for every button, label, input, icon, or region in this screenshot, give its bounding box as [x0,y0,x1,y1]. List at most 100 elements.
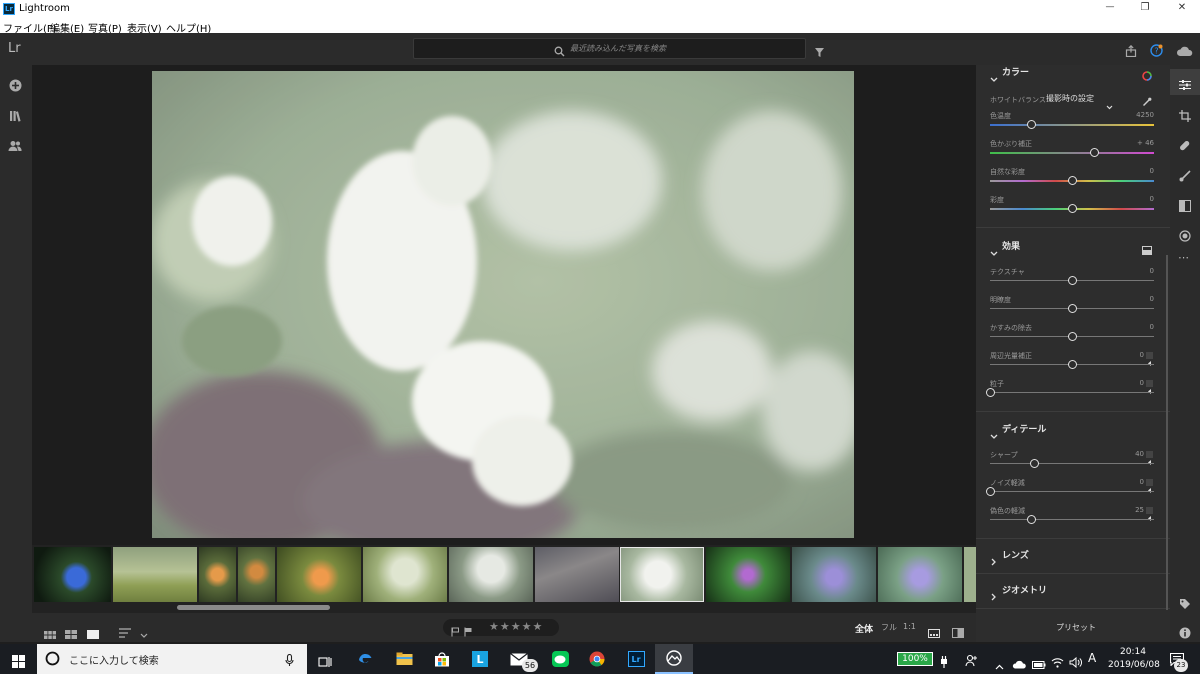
slider-grain[interactable]: 粒子 0 [976,379,1170,403]
compare-icon[interactable] [952,623,964,642]
onedrive-icon[interactable] [1012,654,1026,673]
search-box[interactable]: 最近読み込んだ写真を検索 [413,38,806,59]
slider-arrow-icon[interactable] [1146,479,1153,493]
thumbnail-selected[interactable] [620,547,704,602]
thumbnail[interactable] [277,547,361,602]
slider-value[interactable]: 0 [1150,295,1154,303]
radial-gradient-icon[interactable] [1179,227,1191,246]
slider-handle[interactable] [1067,204,1077,213]
slider-track[interactable] [990,124,1154,126]
slider-handle[interactable] [1090,148,1100,157]
slider-value[interactable]: 0 [1150,195,1154,203]
sort-icon[interactable] [119,623,132,642]
slider-track[interactable] [990,152,1154,154]
slider-sharpen[interactable]: シャープ 40 [976,450,1170,474]
chrome-icon[interactable] [578,644,616,674]
people-icon[interactable] [8,137,22,156]
grid-small-icon[interactable] [44,624,57,643]
clock-time[interactable]: 20:14 [1120,647,1146,657]
slider-value[interactable]: 0 [1140,478,1144,486]
slider-temp[interactable]: 色温度 4250 [976,111,1170,135]
slider-handle[interactable] [1067,176,1077,185]
single-view-icon[interactable] [87,624,99,643]
slider-clarity[interactable]: 明瞭度 0 [976,295,1170,319]
thumbnail[interactable] [113,547,197,602]
slider-value[interactable]: 40 [1135,450,1144,458]
flag-pick-icon[interactable] [451,622,460,641]
slider-handle[interactable] [1067,304,1077,313]
edit-panel-tab[interactable] [1170,69,1200,95]
slider-value[interactable]: + 46 [1137,139,1154,147]
microphone-icon[interactable] [285,652,294,671]
slider-vignette[interactable]: 周辺光量補正 0 [976,351,1170,375]
photos-active-icon[interactable] [655,644,693,674]
slider-handle[interactable] [1026,120,1036,129]
slider-vibrance[interactable]: 自然な彩度 0 [976,167,1170,191]
slider-texture[interactable]: テクスチャ 0 [976,267,1170,291]
chevron-down-icon[interactable] [990,68,998,87]
zoom-one-to-one[interactable]: 1:1 [903,622,916,631]
eyedropper-icon[interactable] [1142,92,1152,111]
slider-value[interactable]: 0 [1150,323,1154,331]
thumbnail[interactable] [878,547,962,602]
zoom-fill[interactable]: フル [881,622,897,633]
add-photos-icon[interactable] [9,77,22,96]
star-rating[interactable]: ★★★★★ [489,620,543,633]
slider-noise[interactable]: ノイズ軽減 0 [976,478,1170,502]
flag-reject-icon[interactable] [464,622,473,641]
slider-handle[interactable] [1067,276,1077,285]
slider-handle[interactable] [1067,360,1077,369]
tag-icon[interactable] [1179,595,1191,614]
white-balance-select[interactable]: 撮影時の設定 [1046,93,1094,104]
slider-dehaze[interactable]: かすみの除去 0 [976,323,1170,347]
share-icon[interactable] [1125,42,1137,61]
slider-color-noise[interactable]: 偽色の軽減 25 [976,506,1170,530]
slider-handle[interactable] [985,487,995,496]
chevron-down-icon[interactable] [990,242,998,261]
healing-icon[interactable] [1179,137,1191,156]
thumbnail[interactable] [449,547,533,602]
battery-indicator[interactable]: 100% [897,652,933,666]
crop-icon[interactable] [1179,107,1191,126]
clock-date[interactable]: 2019/06/08 [1108,660,1160,670]
slider-value[interactable]: 0 [1150,267,1154,275]
file-explorer-icon[interactable] [385,644,423,674]
people-tray-icon[interactable] [965,652,978,671]
store-icon[interactable] [423,644,461,674]
thumbnail[interactable] [34,547,111,602]
slider-track[interactable] [990,491,1154,492]
thumbnail[interactable] [792,547,876,602]
grid-large-icon[interactable] [65,624,77,643]
slider-handle[interactable] [985,388,995,397]
slider-arrow-icon[interactable] [1146,451,1153,465]
filmstrip-scrollbar[interactable] [177,605,330,610]
close-button[interactable]: ✕ [1172,2,1192,13]
info-icon[interactable] [1179,624,1191,643]
section-geometry-title[interactable]: ジオメトリ [1002,583,1047,596]
edge-icon[interactable] [346,644,384,674]
thumbnail[interactable] [706,547,790,602]
chevron-down-icon[interactable] [140,624,148,643]
slider-value[interactable]: 25 [1135,506,1144,514]
maximize-button[interactable]: ❐ [1135,2,1155,13]
filmstrip-toggle-icon[interactable] [928,623,940,642]
chevron-down-icon[interactable] [990,425,998,444]
taskbar-search-box[interactable]: ここに入力して検索 [37,644,307,674]
ime-indicator[interactable]: A [1088,651,1096,665]
windows-start-icon[interactable] [12,653,25,672]
slider-arrow-icon[interactable] [1146,352,1153,366]
l-app-icon[interactable]: L [461,644,499,674]
panel-scrollbar[interactable] [1166,255,1168,610]
thumbnail[interactable] [238,547,275,602]
chevron-right-icon[interactable] [991,551,997,570]
linear-gradient-icon[interactable] [1179,197,1191,216]
thumbnail[interactable] [535,547,619,602]
section-color-title[interactable]: カラー [1002,65,1029,78]
slider-handle[interactable] [1029,459,1039,468]
section-lens-title[interactable]: レンズ [1002,548,1029,561]
main-photo[interactable] [152,71,854,538]
vignette-panel-icon[interactable] [1142,240,1152,259]
lightroom-taskbar-icon[interactable]: Lr [617,644,655,674]
chevron-right-icon[interactable] [991,586,997,605]
thumbnail[interactable] [964,547,976,602]
